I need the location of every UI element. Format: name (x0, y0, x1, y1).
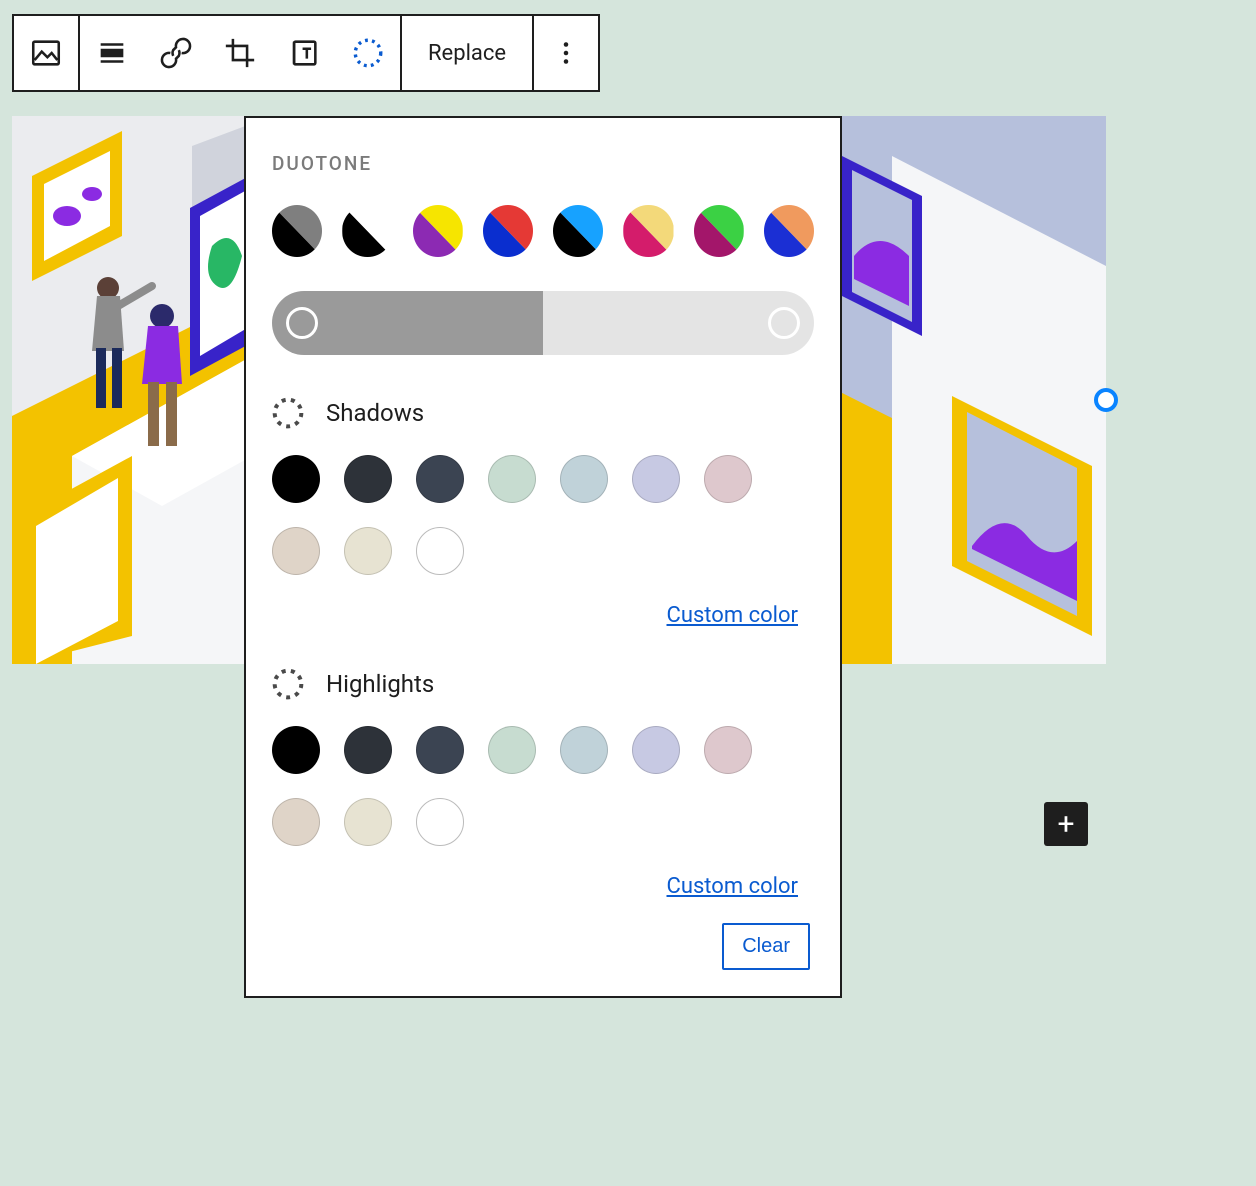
no-color-icon (272, 668, 304, 700)
shadows-swatch-4[interactable] (560, 455, 608, 503)
popover-footer: Clear (272, 923, 814, 970)
add-block-button[interactable]: + (1044, 802, 1088, 846)
duotone-preset-3[interactable] (483, 205, 533, 257)
highlights-swatch-2[interactable] (416, 726, 464, 774)
highlights-swatch-6[interactable] (704, 726, 752, 774)
shadows-swatch-5[interactable] (632, 455, 680, 503)
plus-icon: + (1057, 807, 1074, 842)
highlights-swatch-8[interactable] (344, 798, 392, 846)
highlights-swatch-1[interactable] (344, 726, 392, 774)
link-button[interactable] (144, 16, 208, 90)
duotone-preset-1[interactable] (342, 205, 392, 257)
shadows-swatch-0[interactable] (272, 455, 320, 503)
highlights-swatch-0[interactable] (272, 726, 320, 774)
highlights-swatch-3[interactable] (488, 726, 536, 774)
shadows-label: Shadows (326, 399, 424, 427)
highlights-swatch-9[interactable] (416, 798, 464, 846)
clear-button[interactable]: Clear (722, 923, 810, 970)
highlights-swatch-4[interactable] (560, 726, 608, 774)
duotone-popover: DUOTONE Shadows Custom color Highlights … (244, 116, 842, 998)
highlights-label: Highlights (326, 670, 434, 698)
replace-button[interactable]: Replace (402, 16, 532, 90)
shadows-heading: Shadows (272, 397, 814, 429)
shadows-custom-color-link[interactable]: Custom color (272, 603, 798, 628)
duotone-preset-6[interactable] (694, 205, 744, 257)
gradient-stop-shadow[interactable] (286, 307, 318, 339)
toolbar-group-controls (80, 16, 402, 90)
duotone-preset-0[interactable] (272, 205, 322, 257)
duotone-gradient-bar[interactable] (272, 291, 814, 355)
more-options-button[interactable] (534, 16, 598, 90)
highlights-swatch-5[interactable] (632, 726, 680, 774)
duotone-preset-7[interactable] (764, 205, 814, 257)
duotone-preset-5[interactable] (623, 205, 673, 257)
duotone-button[interactable] (336, 16, 400, 90)
align-button[interactable] (80, 16, 144, 90)
duotone-title: DUOTONE (272, 152, 814, 175)
shadows-swatch-3[interactable] (488, 455, 536, 503)
highlights-heading: Highlights (272, 668, 814, 700)
highlights-swatch-grid (272, 726, 792, 846)
image-resize-handle[interactable] (1094, 388, 1118, 412)
block-toolbar: Replace (12, 14, 600, 92)
toolbar-group-block-type (14, 16, 80, 90)
shadows-swatch-8[interactable] (344, 527, 392, 575)
highlights-custom-color-link[interactable]: Custom color (272, 874, 798, 899)
highlights-swatch-7[interactable] (272, 798, 320, 846)
shadows-swatch-2[interactable] (416, 455, 464, 503)
duotone-preset-row (272, 205, 814, 257)
shadows-swatch-6[interactable] (704, 455, 752, 503)
duotone-preset-2[interactable] (413, 205, 463, 257)
toolbar-group-more (534, 16, 598, 90)
no-color-icon (272, 397, 304, 429)
text-overlay-button[interactable] (272, 16, 336, 90)
toolbar-group-replace: Replace (402, 16, 534, 90)
shadows-swatch-1[interactable] (344, 455, 392, 503)
image-block-icon[interactable] (14, 16, 78, 90)
crop-button[interactable] (208, 16, 272, 90)
duotone-preset-4[interactable] (553, 205, 603, 257)
shadows-swatch-grid (272, 455, 792, 575)
gradient-stop-highlight[interactable] (768, 307, 800, 339)
shadows-swatch-7[interactable] (272, 527, 320, 575)
shadows-swatch-9[interactable] (416, 527, 464, 575)
